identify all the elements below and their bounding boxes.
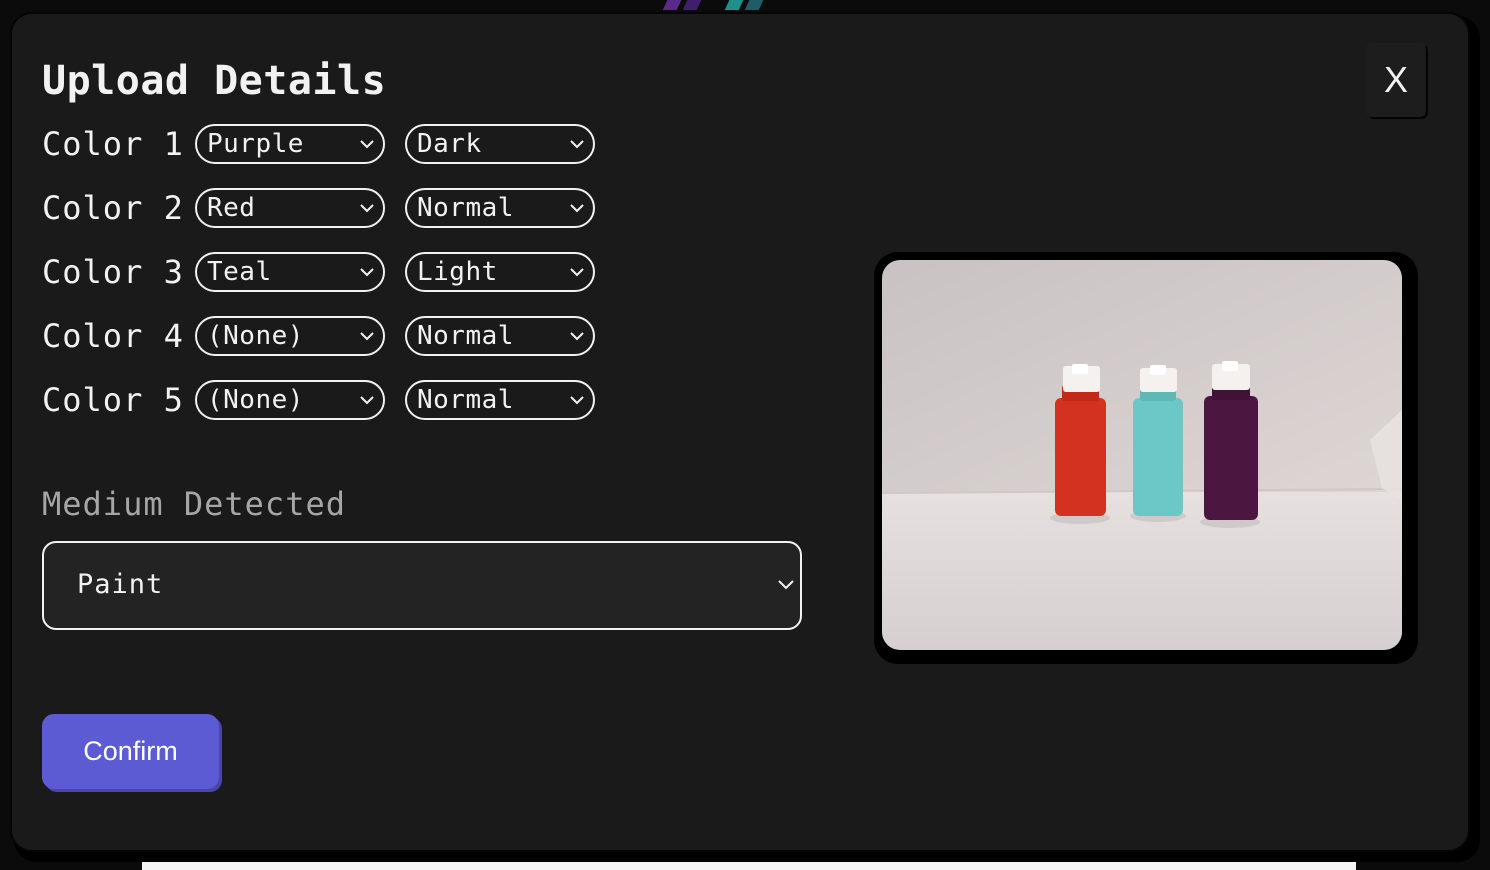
selected-value: Normal xyxy=(417,193,514,223)
color-2-hue-select[interactable]: Red xyxy=(195,188,385,228)
decorative-stripe xyxy=(682,0,704,10)
selected-value: Normal xyxy=(417,321,514,351)
decorative-stripe xyxy=(662,0,684,10)
selected-value: Normal xyxy=(417,385,514,415)
color-5-hue-select[interactable]: (None) xyxy=(195,380,385,420)
chevron-down-icon xyxy=(570,204,584,213)
upload-details-dialog: Upload Details X Color 1 Purple Dark Col… xyxy=(10,12,1470,852)
confirm-button-label: Confirm xyxy=(83,736,178,766)
decorative-stripe xyxy=(744,0,766,10)
chevron-down-icon xyxy=(570,332,584,341)
color-label: Color 2 xyxy=(42,189,184,227)
color-4-shade-select[interactable]: Normal xyxy=(405,316,595,356)
medium-detected-label: Medium Detected xyxy=(42,485,346,523)
color-label: Color 3 xyxy=(42,253,184,291)
chevron-down-icon xyxy=(360,268,374,277)
chevron-down-icon xyxy=(360,332,374,341)
selected-value: Red xyxy=(207,193,256,223)
selected-value: Dark xyxy=(417,129,482,159)
chevron-down-icon xyxy=(570,140,584,149)
color-1-shade-select[interactable]: Dark xyxy=(405,124,595,164)
uploaded-photo xyxy=(882,260,1402,650)
chevron-down-icon xyxy=(778,580,794,590)
selected-value: (None) xyxy=(207,321,304,351)
color-label: Color 5 xyxy=(42,381,184,419)
close-icon: X xyxy=(1383,59,1408,100)
color-3-shade-select[interactable]: Light xyxy=(405,252,595,292)
color-2-shade-select[interactable]: Normal xyxy=(405,188,595,228)
chevron-down-icon xyxy=(360,204,374,213)
color-3-hue-select[interactable]: Teal xyxy=(195,252,385,292)
dialog-title: Upload Details xyxy=(42,58,387,104)
chevron-down-icon xyxy=(570,396,584,405)
chevron-down-icon xyxy=(570,268,584,277)
color-label: Color 4 xyxy=(42,317,184,355)
color-1-hue-select[interactable]: Purple xyxy=(195,124,385,164)
color-label: Color 1 xyxy=(42,125,184,163)
selected-value: Teal xyxy=(207,257,272,287)
chevron-down-icon xyxy=(360,396,374,405)
color-5-shade-select[interactable]: Normal xyxy=(405,380,595,420)
selected-value: Purple xyxy=(207,129,304,159)
selected-value: (None) xyxy=(207,385,304,415)
chevron-down-icon xyxy=(360,140,374,149)
decorative-stripe xyxy=(724,0,746,10)
paint-bottles-photo xyxy=(882,260,1402,650)
close-button[interactable]: X xyxy=(1366,43,1426,117)
selected-value: Paint xyxy=(77,569,164,600)
uploaded-photo-frame xyxy=(874,252,1418,664)
medium-select[interactable]: Paint xyxy=(42,541,802,630)
selected-value: Light xyxy=(417,257,498,287)
confirm-button[interactable]: Confirm xyxy=(42,714,219,789)
color-4-hue-select[interactable]: (None) xyxy=(195,316,385,356)
